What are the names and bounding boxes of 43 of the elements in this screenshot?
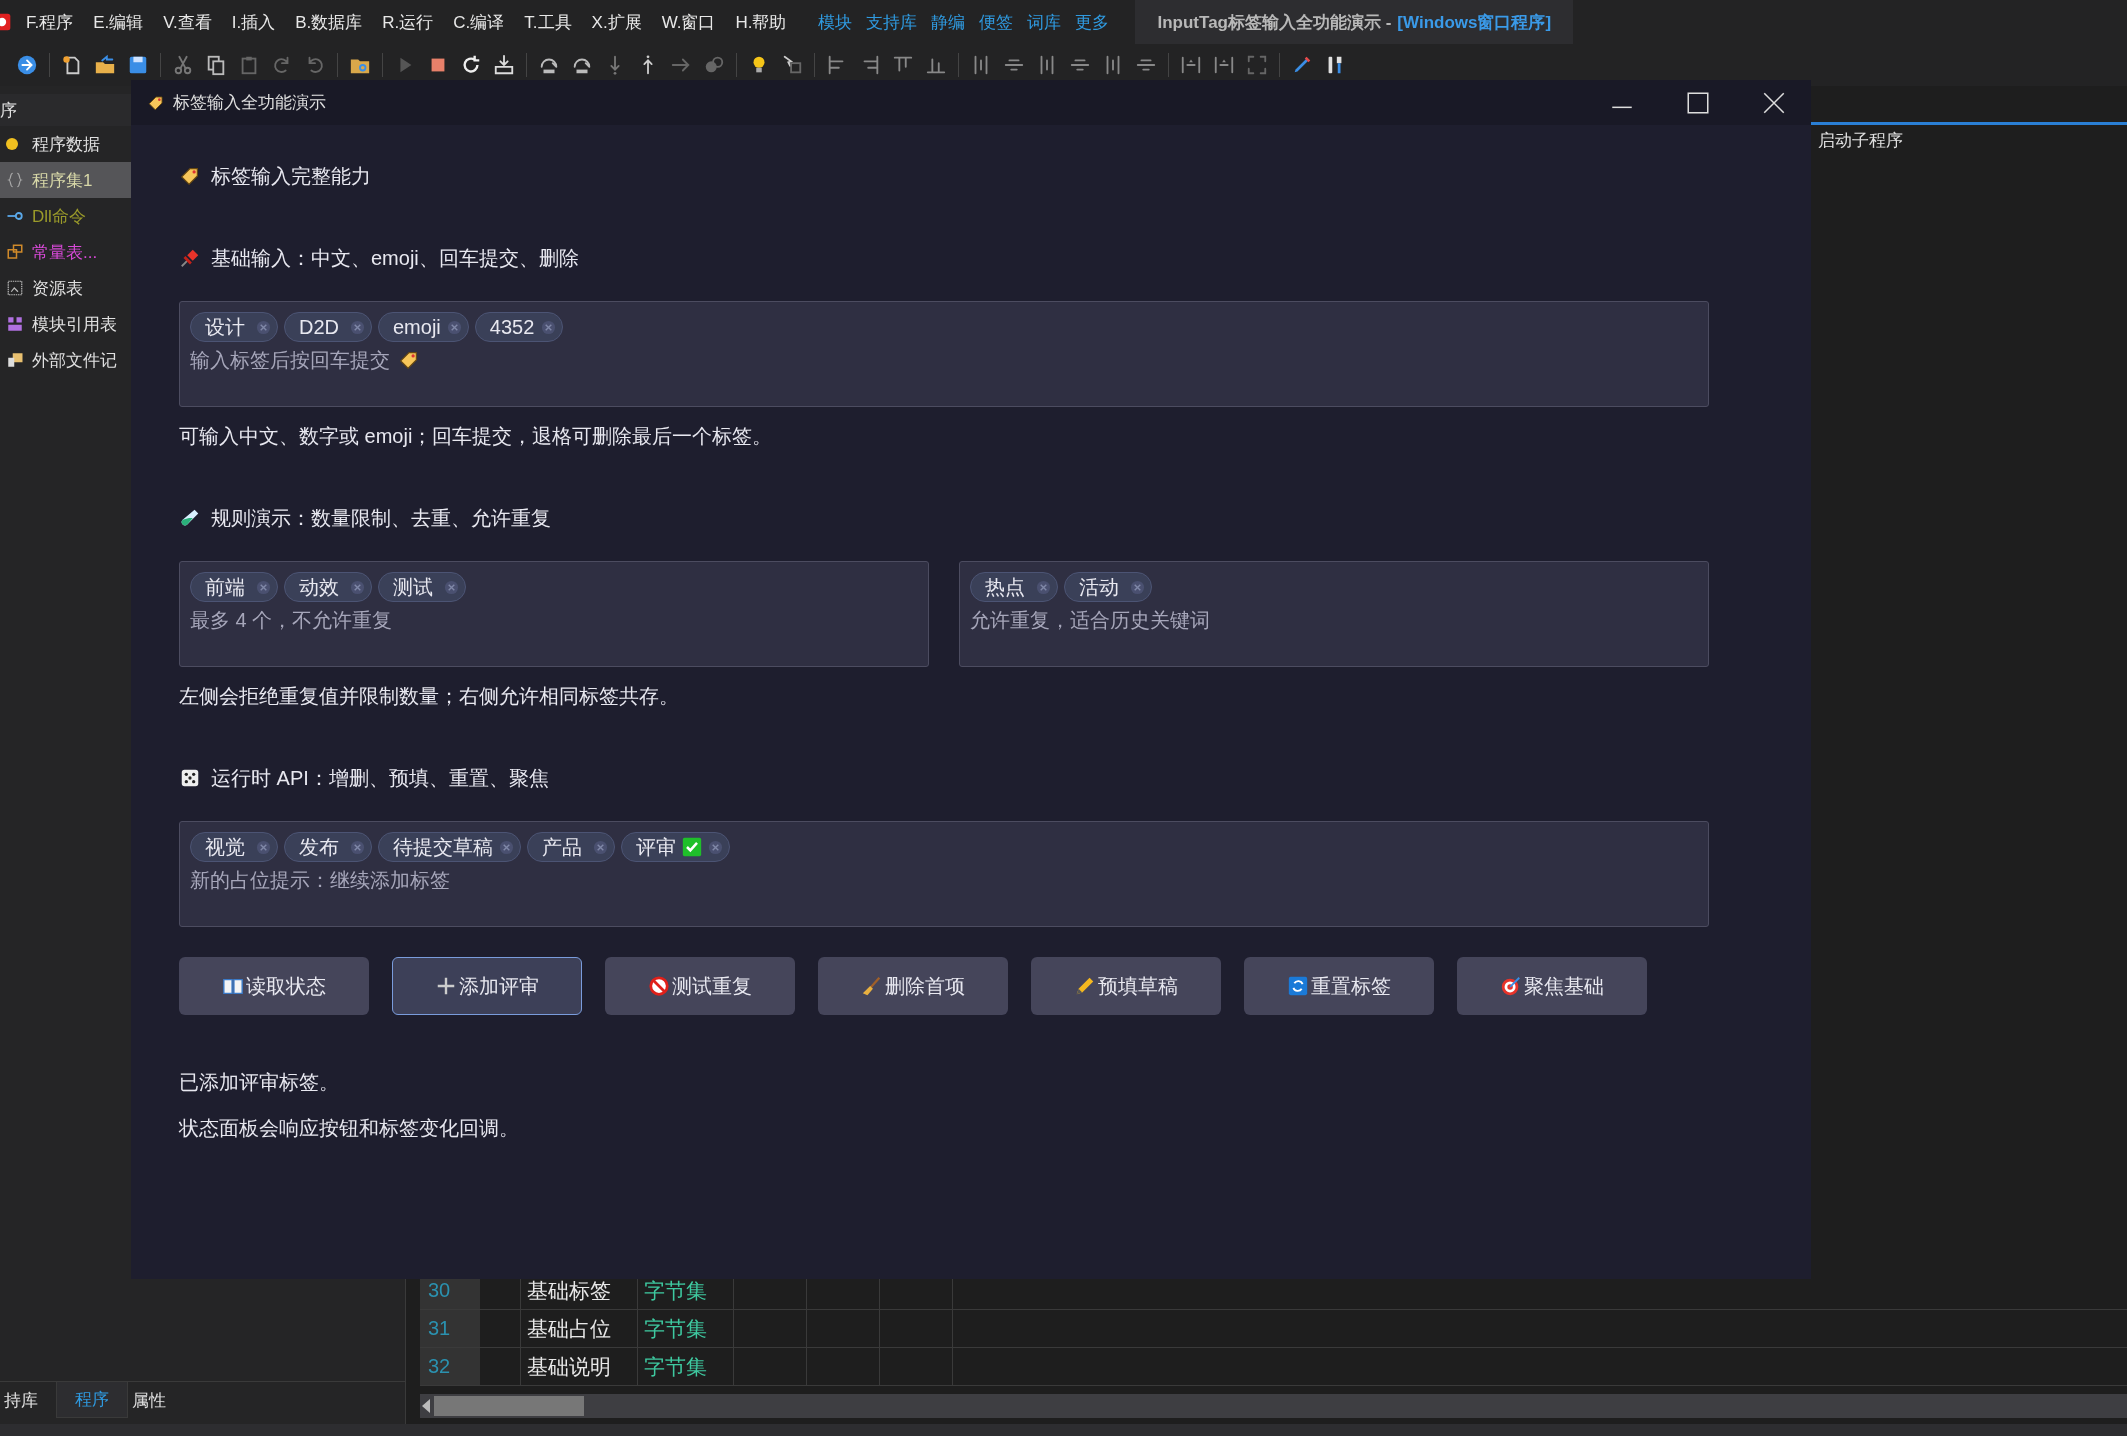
table-cell: 字节集: [638, 1310, 734, 1347]
helper-text: 左侧会拒绝重复值并限制数量；右侧允许相同标签共存。: [179, 683, 680, 709]
tree-label: 常量表...: [32, 241, 98, 264]
placeholder-text: 最多 4 个，不允许重复: [190, 607, 393, 633]
table-cell: 基础说明: [520, 1348, 638, 1385]
tree-label: 模块引用表: [32, 313, 117, 336]
section-title: 基础输入：中文、emoji、回车提交、删除: [211, 245, 579, 271]
table-cell: 字节集: [638, 1348, 734, 1385]
section-title: 规则演示：数量限制、去重、允许重复: [211, 505, 551, 531]
status-text: 已添加评审标签。: [179, 1069, 340, 1095]
document-type: [Windows窗口程序]: [1397, 11, 1552, 34]
tag-label: D2D: [299, 315, 339, 339]
document-title: InputTag标签输入全功能演示 -: [1157, 11, 1392, 34]
tag-label: 前端: [205, 574, 245, 600]
tag-label: 测试: [393, 574, 433, 600]
tag-label: 活动: [1079, 574, 1119, 600]
tree-label: 程序集1: [32, 169, 93, 192]
panel-title: 序: [0, 99, 17, 122]
tag-label: 评审: [636, 834, 676, 860]
line-number: 31: [420, 1310, 480, 1347]
tree-label: Dll命令: [32, 205, 86, 228]
tree-label: 外部文件记: [32, 349, 117, 372]
placeholder-text: 输入标签后按回车提交: [190, 347, 390, 373]
placeholder-text: 新的占位提示：继续添加标签: [190, 867, 450, 893]
tag-label: 产品: [542, 834, 582, 860]
tag-label: 动效: [299, 574, 339, 600]
status-text: 状态面板会响应按钮和标签变化回调。: [179, 1115, 520, 1141]
placeholder-text: 允许重复，适合历史关键词: [970, 607, 1210, 633]
heading: 标签输入完整能力: [211, 163, 371, 189]
tag-label: 4352: [489, 315, 535, 339]
section-title: 运行时 API：增删、预填、重置、聚焦: [211, 765, 549, 791]
tag-label: emoji: [393, 315, 441, 339]
tag-label: 设计: [205, 314, 245, 340]
tree-label: 程序数据: [32, 133, 100, 156]
table-cell: 基础占位: [520, 1310, 638, 1347]
tag-label: 待提交草稿: [393, 834, 493, 860]
window-title: 标签输入全功能演示: [173, 92, 326, 114]
tag-label: 发布: [299, 834, 339, 860]
line-number: 32: [420, 1348, 480, 1385]
tag-label: 热点: [985, 574, 1025, 600]
tag-label: 视觉: [205, 834, 245, 860]
tree-label: 资源表: [32, 277, 83, 300]
helper-text: 可输入中文、数字或 emoji；回车提交，退格可删除最后一个标签。: [179, 423, 774, 449]
